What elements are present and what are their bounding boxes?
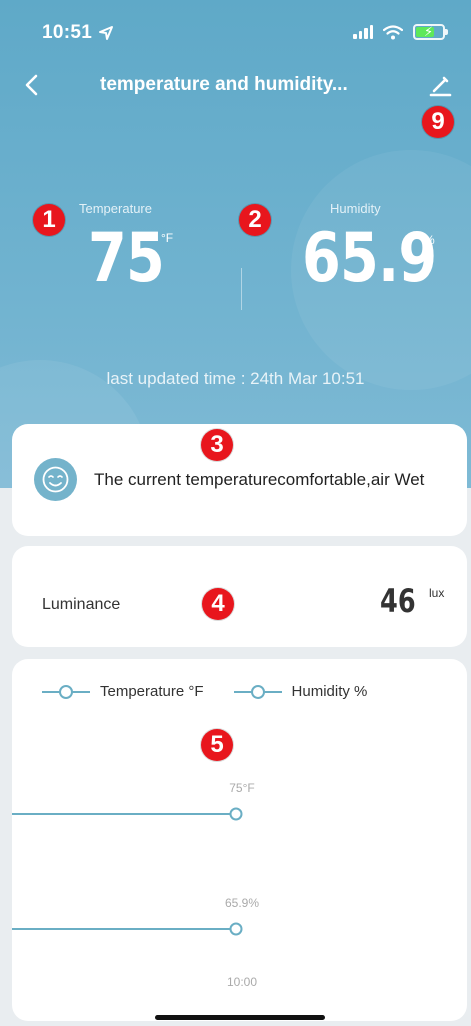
luminance-label: Luminance <box>42 596 121 613</box>
humidity-value: 65.9 <box>302 219 437 298</box>
battery-icon: ⚡ <box>413 24 448 40</box>
annotation-marker-9: 9 <box>422 106 454 138</box>
hero-header: 10:51 ⚡ temperature and humidity... Temp… <box>0 0 471 488</box>
nav-bar: temperature and humidity... <box>0 66 471 106</box>
luminance-unit: lux <box>429 586 445 600</box>
humidity-unit: % <box>424 233 435 247</box>
home-indicator <box>155 1015 325 1020</box>
annotation-marker-5: 5 <box>201 729 233 761</box>
status-time: 10:51 <box>42 22 114 44</box>
data-point-0[interactable] <box>229 807 243 821</box>
temperature-unit: °F <box>161 231 174 245</box>
back-icon[interactable] <box>18 70 46 100</box>
comfort-status-text: The current temperaturecomfortable,air W… <box>94 470 425 489</box>
status-icons: ⚡ <box>353 24 448 40</box>
smiley-face-icon <box>34 458 77 501</box>
data-label-1: 65.9% <box>225 896 259 910</box>
luminance-value: 46 <box>380 582 416 620</box>
annotation-marker-2: 2 <box>239 204 271 236</box>
wifi-icon <box>383 24 403 39</box>
cellular-signal-icon <box>353 25 373 39</box>
annotation-marker-3: 3 <box>201 429 233 461</box>
last-updated-time: last updated time : 24th Mar 10:51 <box>106 369 365 388</box>
history-chart-card: Temperature °F Humidity % 75°F 65.9% 10:00 <box>12 659 467 1021</box>
temperature-label: Temperature <box>79 201 152 216</box>
x-tick-label-0: 10:00 <box>227 975 257 989</box>
history-chart[interactable]: 75°F 65.9% 10:00 <box>12 659 467 1021</box>
page-title: temperature and humidity... <box>100 74 348 95</box>
metric-divider <box>241 268 242 310</box>
edit-pencil-icon[interactable] <box>425 70 455 100</box>
data-point-1[interactable] <box>229 922 243 936</box>
status-bar: 10:51 ⚡ <box>0 0 471 60</box>
annotation-marker-4: 4 <box>202 588 234 620</box>
comfort-card[interactable]: The current temperaturecomfortable,air W… <box>12 424 467 536</box>
temperature-value: 75 <box>88 219 165 298</box>
annotation-marker-1: 1 <box>33 204 65 236</box>
humidity-label: Humidity <box>330 201 381 216</box>
location-arrow-icon <box>99 26 114 40</box>
luminance-card[interactable]: Luminance 46 lux <box>12 546 467 647</box>
status-time-text: 10:51 <box>42 22 93 43</box>
data-label-0: 75°F <box>229 781 254 795</box>
